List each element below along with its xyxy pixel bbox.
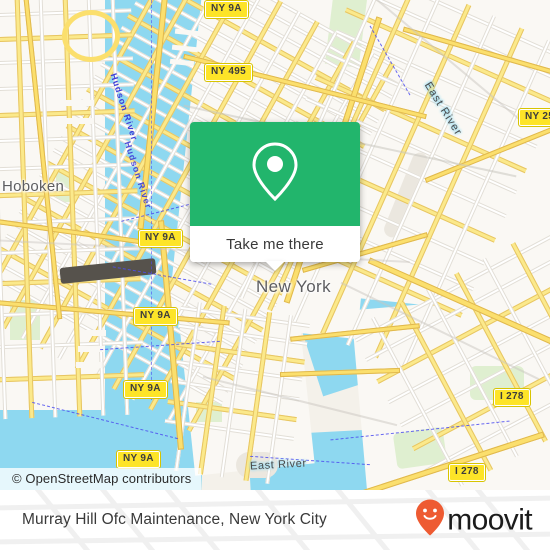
- highway-nj-interchange-loop: [62, 10, 120, 62]
- pier-nj-5: [76, 362, 102, 368]
- map-attribution[interactable]: © OpenStreetMap contributors: [0, 468, 202, 490]
- popup-card-header: [190, 122, 360, 226]
- map-pin-icon: [250, 141, 300, 208]
- place-label-new-york: New York: [256, 277, 332, 296]
- route-shield-ny9a-low2[interactable]: NY 9A: [116, 450, 161, 469]
- route-shield-ny495[interactable]: NY 495: [204, 63, 253, 82]
- route-shield-ny9a-mid1[interactable]: NY 9A: [138, 229, 183, 248]
- route-shield-i278-lower[interactable]: I 278: [448, 463, 486, 482]
- moovit-brand[interactable]: moovit: [415, 499, 533, 542]
- pier-nj-1: [64, 100, 94, 106]
- route-shield-ny9a-mid2[interactable]: NY 9A: [133, 307, 178, 326]
- street-grid-new-jersey: [0, 0, 145, 420]
- popup-card-footer[interactable]: Take me there: [190, 226, 360, 262]
- take-me-there-label: Take me there: [226, 235, 324, 253]
- route-shield-i278-upper[interactable]: I 278: [493, 388, 531, 407]
- moovit-smiley-pin-icon: [415, 499, 445, 542]
- popup-card-pointer: [265, 261, 285, 271]
- footer-bar: Murray Hill Ofc Maintenance, New York Ci…: [0, 490, 550, 550]
- location-popup-card[interactable]: Take me there: [190, 122, 360, 271]
- route-shield-ny9a-top[interactable]: NY 9A: [204, 0, 249, 19]
- map-canvas[interactable]: Hudson River Hudson River East River Eas…: [0, 0, 550, 490]
- route-shield-ny9a-low1[interactable]: NY 9A: [123, 380, 168, 399]
- moovit-location-card-screenshot: Hudson River Hudson River East River Eas…: [0, 0, 550, 550]
- route-shield-ny25[interactable]: NY 25: [517, 108, 550, 127]
- pier-nj-2: [64, 118, 94, 124]
- place-label-hoboken: Hoboken: [2, 178, 65, 195]
- moovit-wordmark: moovit: [447, 503, 532, 536]
- location-title: Murray Hill Ofc Maintenance, New York Ci…: [22, 511, 327, 528]
- pier-nj-3: [80, 330, 106, 336]
